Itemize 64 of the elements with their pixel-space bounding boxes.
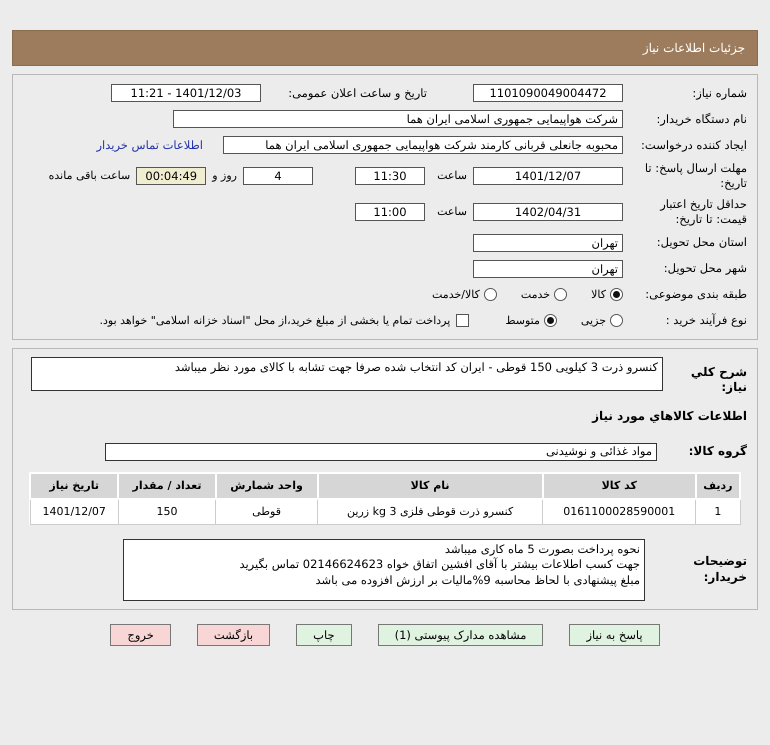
- time-label: ساعت: [436, 169, 467, 182]
- text-field[interactable]: 11:00: [355, 202, 425, 221]
- radio-label: متوسط: [505, 314, 540, 328]
- field-label: نام دستگاه خریدار:: [655, 112, 747, 126]
- radio-label: خدمت: [520, 288, 550, 302]
- text-field[interactable]: شرکت هواپیمایی جمهوری اسلامی ایران هما: [173, 110, 623, 128]
- action-button[interactable]: پاسخ به نیاز: [569, 624, 660, 646]
- time-label: ساعت: [436, 205, 467, 218]
- remaining-label: ساعت باقی مانده: [48, 169, 130, 182]
- text-field[interactable]: تهران: [473, 260, 623, 278]
- days-label: روز و: [212, 169, 237, 182]
- radio-label: کالا: [591, 288, 606, 302]
- field-label: توضیحات خریدار:: [692, 554, 747, 586]
- text-field[interactable]: تهران: [473, 234, 623, 252]
- table-cell: 1: [696, 498, 740, 524]
- contact-link[interactable]: اطلاعات تماس خریدار: [96, 138, 203, 152]
- action-button[interactable]: خروج: [110, 624, 171, 646]
- column-header: تعداد / مقدار: [118, 472, 216, 499]
- checkbox[interactable]: [456, 314, 470, 328]
- radio-button[interactable]: [544, 314, 557, 328]
- field-label: شهر محل تحویل:: [662, 261, 747, 276]
- text-field[interactable]: 4: [243, 166, 313, 185]
- text-field[interactable]: مواد غذائی و نوشیدنی: [105, 442, 657, 461]
- action-button[interactable]: بازگشت: [196, 624, 270, 646]
- table-cell: 150: [118, 498, 216, 524]
- radio-button[interactable]: [554, 288, 568, 302]
- text-field[interactable]: 00:04:49: [136, 166, 206, 185]
- field-label: حداقل تاریخ اعتبار قیمت: تا تاریخ:: [658, 196, 747, 227]
- section-heading: اطلاعات کالاهاي مورد نياز: [592, 408, 747, 423]
- text-field[interactable]: 1401/12/07: [473, 166, 623, 185]
- field-label: مهلت ارسال پاسخ: تا تاریخ:: [644, 161, 747, 191]
- field-label: استان محل تحویل:: [656, 235, 747, 250]
- field-label: گروه کالا:: [688, 444, 747, 460]
- column-header: تاریخ نیاز: [30, 472, 118, 499]
- field-label: نوع فرآیند خرید :: [664, 313, 747, 328]
- text-field[interactable]: 1402/04/31: [473, 202, 623, 221]
- summary-field[interactable]: کنسرو ذرت 3 کیلویی 150 قوطی - ایران کد انتخاب شده صرفا جهت تشابه با کالای مورد نظر میباشد: [31, 356, 663, 391]
- text-field[interactable]: 1401/12/03 - 11:21: [111, 84, 261, 102]
- column-header: ردیف: [696, 472, 740, 499]
- action-button[interactable]: مشاهده مدارک پیوستی (1): [378, 624, 544, 646]
- field-label: طبقه بندی موضوعی:: [644, 287, 747, 302]
- radio-label: کالا/خدمت: [432, 288, 480, 302]
- table-cell: قوطی: [216, 498, 318, 524]
- field-label: ایجاد کننده درخواست:: [640, 138, 747, 152]
- table-cell: کنسرو ذرت قوطی فلزی 3 kg زرین: [318, 498, 543, 524]
- text-field[interactable]: محبوبه جانعلی قربانی کارمند شرکت هواپیمایی جمهوری اسلامی ایران هما: [223, 136, 623, 154]
- column-header: نام کالا: [318, 472, 543, 499]
- notes-field[interactable]: نحوه پرداخت بصورت 5 ماه کاری میباشد جهت کسب اطلاعات بیشتر با آقای افشین اتفاق خواه 02146624623 تماس بگیرید مبلغ پیشنهادی با لحاظ محاسبه 9%مالیات بر ارزش افزوده می باشد: [123, 538, 645, 601]
- text-field[interactable]: 1101090049004472: [473, 84, 623, 102]
- radio-button[interactable]: [610, 288, 623, 302]
- checkbox-label: پرداخت تمام یا بخشی از مبلغ خرید،از محل "اسناد خزانه اسلامی" خواهد بود.: [100, 314, 450, 328]
- column-header: واحد شمارش: [216, 472, 318, 499]
- action-button[interactable]: چاپ: [296, 624, 352, 646]
- text-field[interactable]: 11:30: [355, 166, 425, 185]
- field-label: شماره نیاز:: [691, 86, 747, 100]
- table-cell: 1401/12/07: [30, 498, 118, 524]
- field-label: تاریخ و ساعت اعلان عمومی:: [287, 86, 427, 100]
- radio-button[interactable]: [610, 314, 623, 328]
- radio-label: جزیی: [580, 314, 606, 328]
- page-title: جزئیات اطلاعات نیاز: [642, 41, 745, 55]
- column-header: کد کالا: [542, 472, 696, 499]
- radio-button[interactable]: [484, 288, 497, 302]
- field-label: شرح کلي نياز:: [690, 364, 747, 396]
- table-cell: 0161100028590001: [542, 498, 696, 524]
